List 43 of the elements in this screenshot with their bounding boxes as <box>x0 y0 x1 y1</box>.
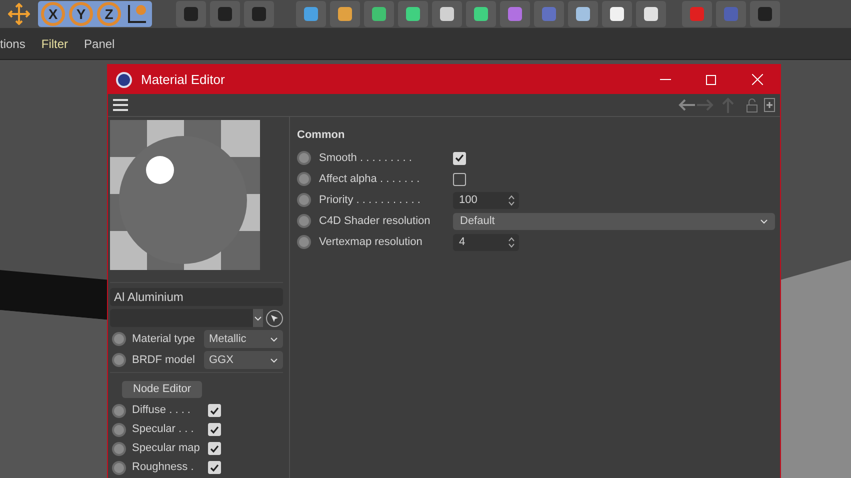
menu-item[interactable]: Panel <box>76 34 123 52</box>
channel-label: Diffuse . . . . <box>132 403 192 418</box>
section-title: Common <box>297 128 346 143</box>
link-dropdown-field[interactable] <box>110 309 263 327</box>
channel-label: Specular map <box>132 441 201 456</box>
select-field[interactable]: Metallic <box>204 330 283 348</box>
field-label: Vertexmap resolution <box>319 234 424 250</box>
field-label: Affect alpha . . . . . . . <box>319 172 421 187</box>
spinner-arrows-icon[interactable] <box>508 236 515 248</box>
menu-icon[interactable] <box>113 99 128 111</box>
channel-label: Roughness . <box>132 460 195 476</box>
select-field[interactable]: Default <box>453 212 775 230</box>
chevron-down-icon <box>270 336 278 342</box>
field-label: Smooth . . . . . . . . . <box>319 150 413 166</box>
field-label: BRDF model <box>132 352 196 368</box>
material-name-field[interactable]: Al Aluminium <box>110 288 283 306</box>
field-label: C4D Shader resolution <box>319 214 432 229</box>
window-title: Material Editor <box>141 70 225 89</box>
menu-item[interactable]: tions <box>0 34 34 52</box>
checkbox[interactable] <box>453 152 466 164</box>
pointer-icon[interactable] <box>266 310 283 326</box>
checkbox[interactable] <box>208 461 221 474</box>
checkbox[interactable] <box>453 172 466 186</box>
lock-icon[interactable] <box>746 98 758 112</box>
coordinate-system-icon[interactable] <box>125 2 149 26</box>
chevron-down-icon <box>254 316 262 320</box>
field-label: Material type <box>132 332 196 347</box>
app-logo-icon <box>116 72 132 88</box>
chevron-down-icon <box>270 358 278 362</box>
channel-label: Specular . . . <box>132 422 195 438</box>
number-field[interactable]: 100 <box>453 192 519 208</box>
field-label: Priority . . . . . . . . . . . <box>319 192 422 208</box>
select-field[interactable]: GGX <box>204 351 283 369</box>
node-editor-button[interactable]: Node Editor <box>122 380 202 398</box>
menu-item[interactable]: Filter <box>33 34 76 52</box>
spinner-arrows-icon[interactable] <box>508 194 515 206</box>
number-field[interactable]: 4 <box>453 234 519 250</box>
chevron-down-icon <box>760 218 768 224</box>
checkbox[interactable] <box>208 442 221 455</box>
checkbox[interactable] <box>208 404 221 417</box>
new-window-icon[interactable] <box>764 98 775 112</box>
back-arrow-icon[interactable] <box>678 99 696 111</box>
checkbox[interactable] <box>208 423 221 436</box>
